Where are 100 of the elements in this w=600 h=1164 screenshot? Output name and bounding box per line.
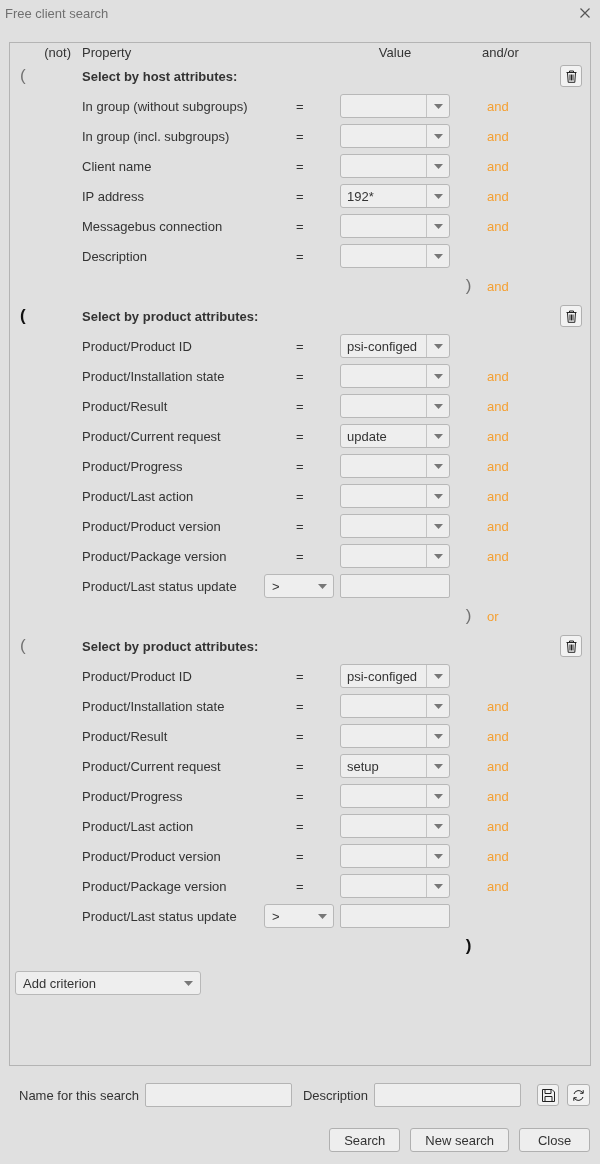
refresh-button[interactable] [567, 1084, 590, 1106]
connector-toggle[interactable]: and [487, 218, 509, 234]
value-dropdown[interactable]: setup [340, 754, 450, 778]
value-dropdown[interactable] [340, 364, 450, 388]
connector-toggle[interactable]: and [487, 788, 509, 804]
open-paren-toggle[interactable]: ( [20, 306, 26, 326]
value-dropdown[interactable]: psi-configed [340, 664, 450, 688]
operator-label: = [296, 128, 304, 144]
value-dropdown[interactable] [340, 844, 450, 868]
connector-toggle[interactable]: and [487, 128, 509, 144]
connector-toggle[interactable]: and [487, 518, 509, 534]
close-paren-toggle[interactable]: ) [465, 276, 472, 296]
caret-icon [433, 133, 443, 139]
property-label: Product/Product version [82, 518, 221, 534]
value-dropdown[interactable] [340, 124, 450, 148]
caret-icon [433, 523, 443, 529]
value-dropdown[interactable] [340, 514, 450, 538]
operator-label: = [296, 98, 304, 114]
property-label: Product/Last status update [82, 578, 237, 594]
input-field[interactable] [144, 1083, 292, 1107]
open-paren-toggle[interactable]: ( [20, 636, 26, 656]
operator-dropdown[interactable]: > [264, 904, 334, 928]
delete-button[interactable] [560, 305, 582, 327]
connector-toggle[interactable]: and [487, 878, 509, 894]
value-dropdown[interactable] [340, 694, 450, 718]
caret-icon [433, 883, 443, 889]
close-icon[interactable] [580, 8, 590, 18]
connector-toggle[interactable]: and [487, 818, 509, 834]
operator-label: = [296, 458, 304, 474]
group-title: Select by product attributes: [82, 638, 259, 654]
connector-toggle[interactable]: and [487, 728, 509, 744]
value-dropdown[interactable] [340, 214, 450, 238]
operator-label: = [296, 428, 304, 444]
value-field[interactable] [340, 574, 450, 598]
column-header: and/or [482, 44, 519, 60]
value-dropdown[interactable] [340, 874, 450, 898]
caret-icon [433, 553, 443, 559]
operator-dropdown[interactable]: > [264, 574, 334, 598]
property-label: Product/Result [82, 728, 168, 744]
input-field[interactable] [373, 1083, 521, 1107]
operator-label: = [296, 758, 304, 774]
value-dropdown[interactable] [340, 94, 450, 118]
operator-label: = [296, 788, 304, 804]
connector-toggle[interactable]: and [487, 758, 509, 774]
connector-toggle[interactable]: and [487, 548, 509, 564]
value-dropdown[interactable] [340, 724, 450, 748]
close-paren-toggle[interactable]: ) [465, 936, 472, 956]
connector-toggle[interactable]: and [487, 158, 509, 174]
value-dropdown[interactable]: psi-configed [340, 334, 450, 358]
dialog-button[interactable]: Search [329, 1128, 401, 1152]
connector-toggle[interactable]: and [487, 368, 509, 384]
close-paren-toggle[interactable]: ) [465, 606, 472, 626]
value-dropdown[interactable] [340, 394, 450, 418]
group-title: Select by product attributes: [82, 308, 259, 324]
value-dropdown[interactable] [340, 814, 450, 838]
property-label: Product/Installation state [82, 368, 225, 384]
value-dropdown[interactable] [340, 544, 450, 568]
value-dropdown[interactable] [340, 154, 450, 178]
add-criterion-dropdown[interactable]: Add criterion [15, 971, 201, 995]
property-label: Product/Progress [82, 458, 183, 474]
connector-toggle[interactable]: and [487, 488, 509, 504]
save-button[interactable] [537, 1084, 559, 1106]
connector-toggle[interactable]: and [487, 398, 509, 414]
trash-icon [565, 309, 577, 323]
connector-toggle[interactable]: and [487, 188, 509, 204]
value-dropdown[interactable] [340, 484, 450, 508]
value-dropdown[interactable] [340, 454, 450, 478]
value-dropdown[interactable]: update [340, 424, 450, 448]
trash-icon [565, 639, 577, 653]
property-label: Product/Product version [82, 848, 221, 864]
property-label: In group (without subgroups) [82, 98, 248, 114]
connector-toggle[interactable]: or [487, 608, 499, 624]
connector-toggle[interactable]: and [487, 698, 509, 714]
value-field[interactable] [340, 904, 450, 928]
connector-toggle[interactable]: and [487, 428, 509, 444]
operator-label: = [296, 368, 304, 384]
property-label: Product/Result [82, 398, 168, 414]
delete-button[interactable] [560, 635, 582, 657]
property-label: Product/Current request [82, 428, 221, 444]
column-header: Value [378, 44, 412, 60]
caret-icon [318, 913, 327, 919]
connector-toggle[interactable]: and [487, 848, 509, 864]
field-label: Description [302, 1087, 368, 1103]
dialog-button[interactable]: New search [410, 1128, 509, 1152]
connector-toggle[interactable]: and [487, 458, 509, 474]
connector-toggle[interactable]: and [487, 98, 509, 114]
delete-button[interactable] [560, 65, 582, 87]
open-paren-toggle[interactable]: ( [20, 66, 26, 86]
operator-label: = [296, 158, 304, 174]
value-dropdown[interactable]: 192* [340, 184, 450, 208]
property-label: Client name [82, 158, 152, 174]
dialog-button[interactable]: Close [519, 1128, 590, 1152]
window-title: Free client search [5, 5, 109, 21]
property-label: Product/Last status update [82, 908, 237, 924]
connector-toggle[interactable]: and [487, 278, 509, 294]
operator-label: = [296, 878, 304, 894]
value-dropdown[interactable] [340, 784, 450, 808]
value-dropdown[interactable] [340, 244, 450, 268]
caret-icon [433, 373, 443, 379]
caret-icon [433, 433, 443, 439]
